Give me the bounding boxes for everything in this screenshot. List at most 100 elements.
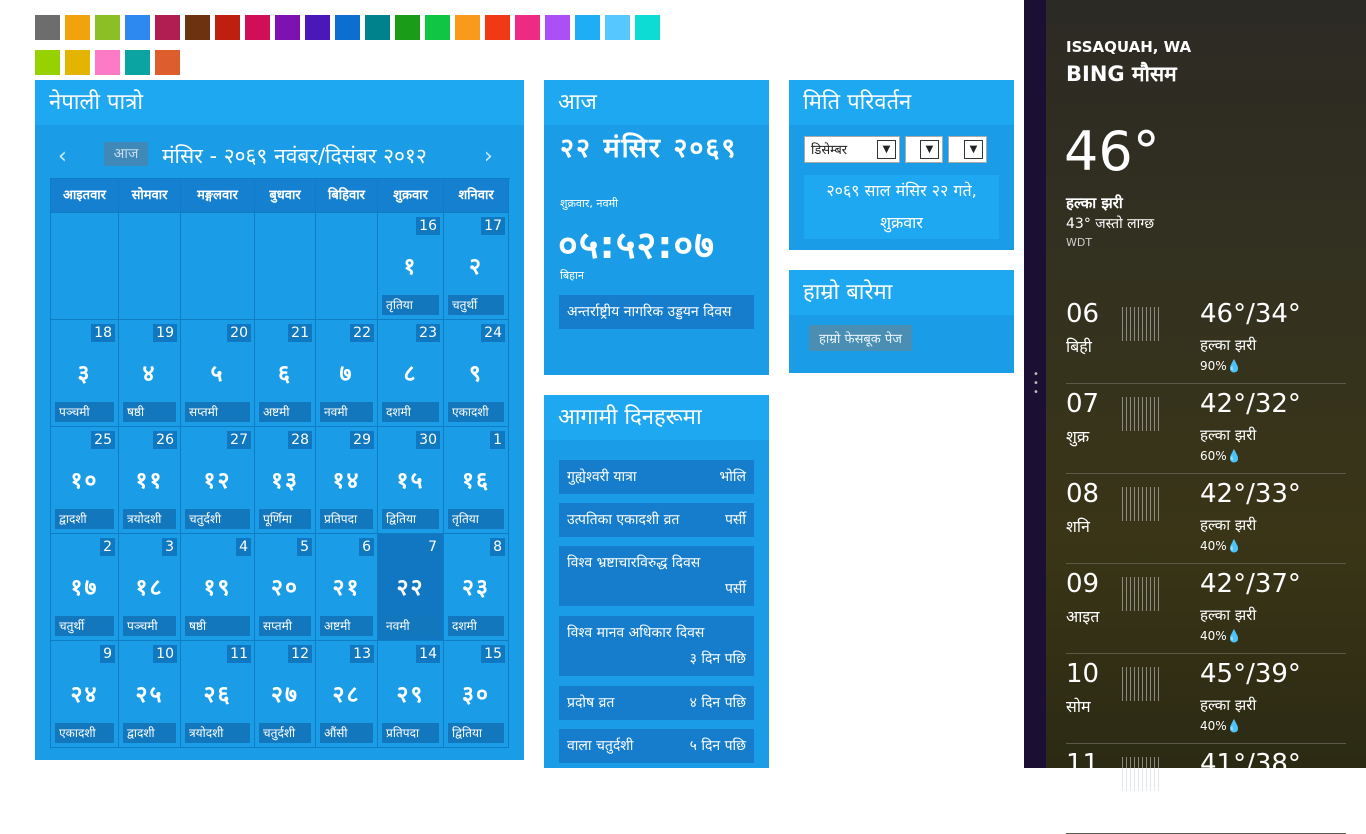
color-swatch[interactable] [335, 15, 360, 40]
today-button[interactable]: आज [104, 142, 148, 166]
color-swatch[interactable] [65, 50, 90, 75]
facebook-page-button[interactable]: हाम्रो फेसबूक पेज [809, 325, 912, 351]
calendar-day-cell[interactable]: 28 १३ पूर्णिमा [255, 427, 316, 534]
snap-divider[interactable]: • • • [1024, 0, 1046, 768]
color-swatch[interactable] [95, 15, 120, 40]
calendar-day-cell[interactable]: 3 १८ पञ्चमी [119, 534, 181, 641]
clock-time: ०५:५२:०७ [558, 223, 715, 267]
upcoming-item[interactable]: उत्पतिका एकादशी व्रत पर्सी [559, 503, 754, 537]
color-swatch[interactable] [485, 15, 510, 40]
color-swatch[interactable] [395, 15, 420, 40]
nepali-date: ९ [469, 361, 483, 387]
nepali-date: १२ [203, 468, 232, 494]
about-panel: हाम्रो बारेमा हाम्रो फेसबूक पेज [789, 270, 1014, 373]
color-swatch[interactable] [155, 50, 180, 75]
forecast-day[interactable]: 08 शनि 42°/33° हल्का झरी 40%💧 [1066, 473, 1346, 564]
nepali-date: ७ [339, 361, 354, 387]
color-swatch[interactable] [545, 15, 570, 40]
color-swatch[interactable] [455, 15, 480, 40]
calendar-day-cell[interactable]: 4 १९ षष्ठी [181, 534, 255, 641]
color-swatch[interactable] [155, 15, 180, 40]
calendar-day-cell[interactable]: 20 ५ सप्तमी [181, 320, 255, 427]
calendar-day-cell[interactable]: 25 १० द्वादशी [51, 427, 119, 534]
date-converter-panel: मिति परिवर्तन डिसेम्बर ▼ ▼ ▼ २०६९ साल मं… [789, 80, 1014, 250]
color-swatch[interactable] [65, 15, 90, 40]
forecast-day[interactable]: 11 41°/38° [1066, 743, 1346, 834]
tithi-label: चतुर्दशी [185, 509, 250, 529]
tithi-label: षष्ठी [123, 402, 176, 422]
next-month-icon[interactable]: › [484, 144, 493, 169]
calendar-day-cell[interactable]: 15 ३० द्वितिया [444, 641, 509, 748]
color-swatch[interactable] [125, 15, 150, 40]
calendar-day-cell[interactable]: 29 १४ प्रतिपदा [316, 427, 378, 534]
calendar-day-cell[interactable]: 11 २६ त्रयोदशी [181, 641, 255, 748]
nepali-date: २४ [70, 682, 99, 708]
calendar-day-cell[interactable]: 21 ६ अष्टमी [255, 320, 316, 427]
calendar-day-cell[interactable]: 12 २७ चतुर्दशी [255, 641, 316, 748]
gregorian-date: 15 [481, 645, 505, 663]
upcoming-item[interactable]: गुह्येश्वरी यात्रा भोलि [559, 460, 754, 494]
calendar-day-cell[interactable]: 19 ४ षष्ठी [119, 320, 181, 427]
calendar-day-cell[interactable]: 18 ३ पञ्चमी [51, 320, 119, 427]
weekday-header: बुधवार [255, 179, 316, 213]
color-swatch[interactable] [245, 15, 270, 40]
calendar-day-cell[interactable]: 5 २० सप्तमी [255, 534, 316, 641]
color-swatch[interactable] [305, 15, 330, 40]
forecast-weekday: शुक्र [1066, 427, 1090, 446]
calendar-day-cell[interactable]: 23 ८ दशमी [378, 320, 444, 427]
day-select[interactable]: ▼ [905, 136, 943, 163]
calendar-day-cell[interactable]: 8 २३ दशमी [444, 534, 509, 641]
calendar-day-cell[interactable]: 27 १२ चतुर्दशी [181, 427, 255, 534]
color-swatch[interactable] [575, 15, 600, 40]
gregorian-date: 6 [359, 538, 374, 556]
current-temperature: 46° [1064, 120, 1160, 183]
color-swatch[interactable] [425, 15, 450, 40]
forecast-day[interactable]: 10 सोम 45°/39° हल्का झरी 40%💧 [1066, 653, 1346, 744]
color-swatch[interactable] [605, 15, 630, 40]
upcoming-item[interactable]: वाला चतुर्दशी ५ दिन पछि [559, 729, 754, 763]
forecast-day[interactable]: 09 आइत 42°/37° हल्का झरी 40%💧 [1066, 563, 1346, 654]
rain-icon [1122, 487, 1160, 521]
upcoming-title: आगामी दिनहरूमा [544, 395, 769, 440]
calendar-day-cell[interactable]: 24 ९ एकादशी [444, 320, 509, 427]
nepali-date: ११ [135, 468, 164, 494]
calendar-day-cell[interactable]: 9 २४ एकादशी [51, 641, 119, 748]
calendar-day-cell[interactable]: 26 ११ त्रयोदशी [119, 427, 181, 534]
calendar-day-cell[interactable]: 17 २ चतुर्थी [444, 213, 509, 320]
calendar-day-cell[interactable]: 30 १५ द्वितिया [378, 427, 444, 534]
tithi-label: प्रतिपदा [382, 723, 439, 743]
color-swatch[interactable] [275, 15, 300, 40]
forecast-condition: हल्का झरी [1200, 696, 1257, 714]
feels-like: 43° जस्तो लाग्छ [1066, 216, 1155, 232]
color-swatch[interactable] [35, 15, 60, 40]
month-select[interactable]: डिसेम्बर ▼ [804, 136, 900, 163]
calendar-day-cell[interactable]: 2 १७ चतुर्थी [51, 534, 119, 641]
calendar-day-cell[interactable]: 13 २८ औंसी [316, 641, 378, 748]
upcoming-item[interactable]: विश्व भ्रष्टाचारविरुद्ध दिवस पर्सी [559, 546, 754, 606]
upcoming-item[interactable]: विश्व मानव अधिकार दिवस ३ दिन पछि [559, 616, 754, 676]
nepali-date: २२ [396, 575, 425, 601]
forecast-day[interactable]: 06 बिही 46°/34° हल्का झरी 90%💧 [1066, 293, 1346, 384]
color-swatch[interactable] [95, 50, 120, 75]
upcoming-item[interactable]: प्रदोष व्रत ४ दिन पछि [559, 686, 754, 720]
calendar-day-cell[interactable]: 14 २९ प्रतिपदा [378, 641, 444, 748]
year-select[interactable]: ▼ [948, 136, 987, 163]
calendar-day-cell[interactable]: 10 २५ द्वादशी [119, 641, 181, 748]
color-swatch[interactable] [515, 15, 540, 40]
color-swatch[interactable] [215, 15, 240, 40]
color-swatch[interactable] [35, 50, 60, 75]
calendar-day-cell[interactable]: 6 २१ अष्टमी [316, 534, 378, 641]
color-swatch[interactable] [185, 15, 210, 40]
calendar-day-cell[interactable]: 1 १६ तृतिया [444, 427, 509, 534]
calendar-day-cell[interactable]: 22 ७ नवमी [316, 320, 378, 427]
forecast-day[interactable]: 07 शुक्र 42°/32° हल्का झरी 60%💧 [1066, 383, 1346, 474]
drag-handle-icon[interactable]: • • • [1033, 370, 1039, 398]
color-swatch[interactable] [125, 50, 150, 75]
color-swatch[interactable] [635, 15, 660, 40]
color-swatch[interactable] [365, 15, 390, 40]
prev-month-icon[interactable]: ‹ [58, 144, 67, 169]
calendar-day-cell[interactable]: 16 १ तृतिया [378, 213, 444, 320]
weather-brand: BING मौसम [1066, 62, 1177, 86]
calendar-day-cell[interactable]: 7 २२ नवमी [378, 534, 444, 641]
nepali-date: ६ [278, 361, 292, 387]
